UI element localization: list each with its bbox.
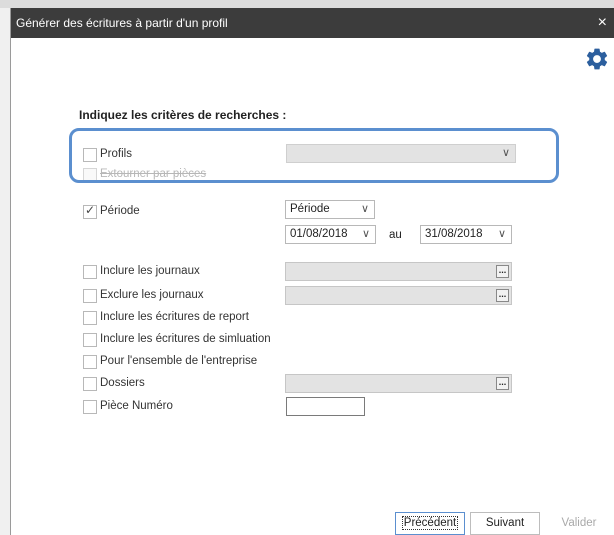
generate-entries-dialog: Générer des écritures à partir d'un prof… bbox=[10, 8, 614, 535]
inclure-journaux-checkbox[interactable] bbox=[83, 265, 97, 279]
profils-highlight-annotation bbox=[69, 128, 559, 183]
chevron-down-icon: ∨ bbox=[360, 203, 369, 215]
piece-numero-label: Pièce Numéro bbox=[100, 400, 173, 412]
inclure-simulation-checkbox[interactable] bbox=[83, 333, 97, 347]
inclure-journaux-label: Inclure les journaux bbox=[100, 265, 200, 277]
exclure-journaux-field: ... bbox=[285, 286, 512, 305]
gear-icon[interactable] bbox=[584, 46, 610, 72]
date-to-value: 31/08/2018 bbox=[425, 228, 483, 240]
periode-checkbox[interactable]: ✓ bbox=[83, 203, 97, 219]
close-button[interactable]: × bbox=[598, 14, 607, 32]
chevron-down-icon: ∨ bbox=[361, 228, 370, 240]
inclure-journaux-field: ... bbox=[285, 262, 512, 281]
dialog-titlebar: Générer des écritures à partir d'un prof… bbox=[11, 8, 614, 38]
dossiers-field: ... bbox=[285, 374, 512, 393]
date-range-separator: au bbox=[389, 229, 402, 241]
ensemble-entreprise-checkbox[interactable] bbox=[83, 355, 97, 369]
criteria-heading: Indiquez les critères de recherches : bbox=[79, 108, 287, 122]
inclure-simulation-label: Inclure les écritures de simluation bbox=[100, 333, 271, 345]
chevron-down-icon: ∨ bbox=[497, 228, 506, 240]
dossiers-label: Dossiers bbox=[100, 377, 145, 389]
previous-button[interactable]: Précédent bbox=[395, 512, 465, 535]
background-app-strip bbox=[0, 0, 614, 8]
exclure-journaux-label: Exclure les journaux bbox=[100, 289, 204, 301]
dialog-title: Générer des écritures à partir d'un prof… bbox=[16, 16, 228, 30]
exclure-journaux-browse-button[interactable]: ... bbox=[496, 289, 509, 302]
date-from-value: 01/08/2018 bbox=[290, 228, 348, 240]
inclure-report-label: Inclure les écritures de report bbox=[100, 311, 249, 323]
ensemble-entreprise-label: Pour l'ensemble de l'entreprise bbox=[100, 355, 258, 367]
dossiers-browse-button[interactable]: ... bbox=[496, 377, 509, 390]
dossiers-checkbox[interactable] bbox=[83, 377, 97, 391]
periode-label: Période bbox=[100, 205, 140, 217]
inclure-journaux-browse-button[interactable]: ... bbox=[496, 265, 509, 278]
validate-button[interactable]: Valider bbox=[549, 512, 609, 535]
piece-numero-checkbox[interactable] bbox=[83, 400, 97, 414]
periode-mode-value: Période bbox=[290, 203, 330, 215]
inclure-report-checkbox[interactable] bbox=[83, 311, 97, 325]
date-to-select[interactable]: 31/08/2018 ∨ bbox=[420, 225, 512, 244]
piece-numero-input[interactable] bbox=[286, 397, 365, 416]
date-from-select[interactable]: 01/08/2018 ∨ bbox=[285, 225, 376, 244]
exclure-journaux-checkbox[interactable] bbox=[83, 289, 97, 303]
periode-mode-select[interactable]: Période ∨ bbox=[285, 200, 375, 219]
previous-button-label: Précédent bbox=[401, 516, 459, 530]
next-button[interactable]: Suivant bbox=[470, 512, 540, 535]
check-icon: ✓ bbox=[85, 203, 96, 217]
